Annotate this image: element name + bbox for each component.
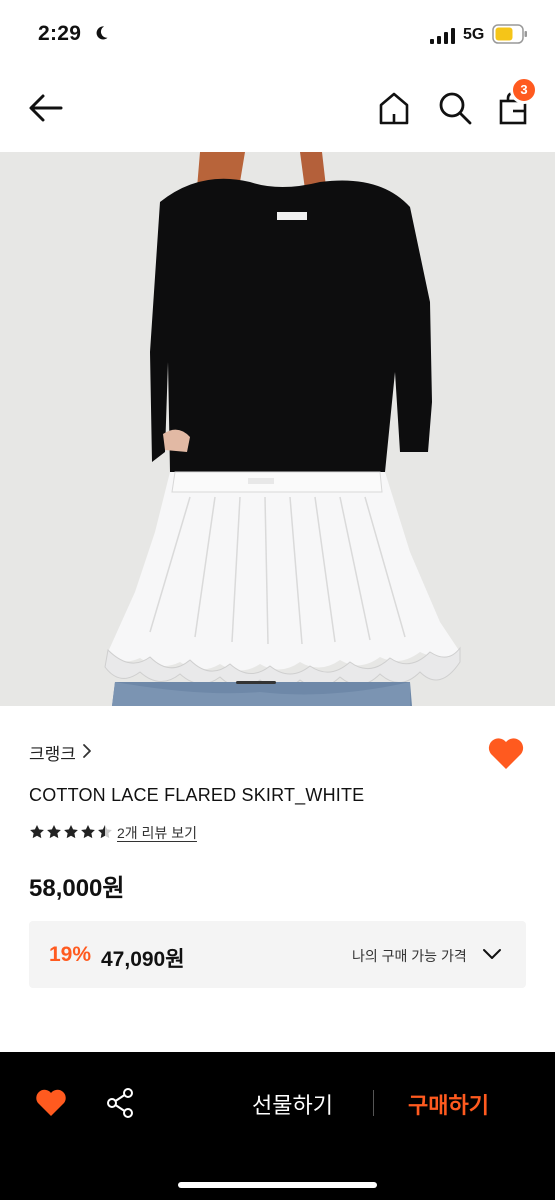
home-icon[interactable] [377, 89, 411, 127]
my-price-label: 나의 구매 가능 가격 [352, 948, 467, 964]
buy-button[interactable]: 구매하기 [408, 1088, 489, 1120]
divider [373, 1090, 374, 1116]
battery-icon [492, 24, 527, 44]
discount-rate: 19% [49, 943, 92, 966]
wishlist-heart-icon[interactable] [35, 1088, 67, 1118]
moon-icon [96, 26, 108, 40]
product-photo [0, 152, 555, 706]
original-price: 58,000원 [29, 875, 125, 902]
product-image[interactable] [0, 152, 555, 706]
signal-icon [430, 28, 455, 44]
status-bar: 2:29 5G [0, 0, 555, 70]
back-arrow-icon[interactable] [28, 92, 64, 124]
status-time: 2:29 [38, 22, 82, 45]
home-indicator [178, 1182, 377, 1188]
my-price-box[interactable]: 19% 47,090원 나의 구매 가능 가격 [29, 921, 526, 988]
sale-price: 47,090원 [101, 948, 185, 971]
review-link[interactable]: 2개 리뷰 보기 [117, 823, 197, 843]
chevron-down-icon[interactable] [482, 947, 502, 961]
like-heart-icon[interactable] [487, 735, 525, 771]
search-icon[interactable] [437, 89, 473, 127]
chevron-right-icon [83, 744, 91, 758]
share-icon[interactable] [105, 1087, 135, 1119]
network-label: 5G [463, 26, 485, 43]
product-title: COTTON LACE FLARED SKIRT_WHITE [29, 785, 365, 805]
gift-button[interactable]: 선물하기 [252, 1088, 333, 1120]
cart-count-badge: 3 [510, 76, 538, 104]
brand-link[interactable]: 크랭크 [29, 740, 76, 765]
bottom-action-bar: 선물하기 구매하기 [0, 1052, 555, 1200]
top-nav [0, 72, 555, 148]
rating-stars-icon [30, 825, 112, 839]
